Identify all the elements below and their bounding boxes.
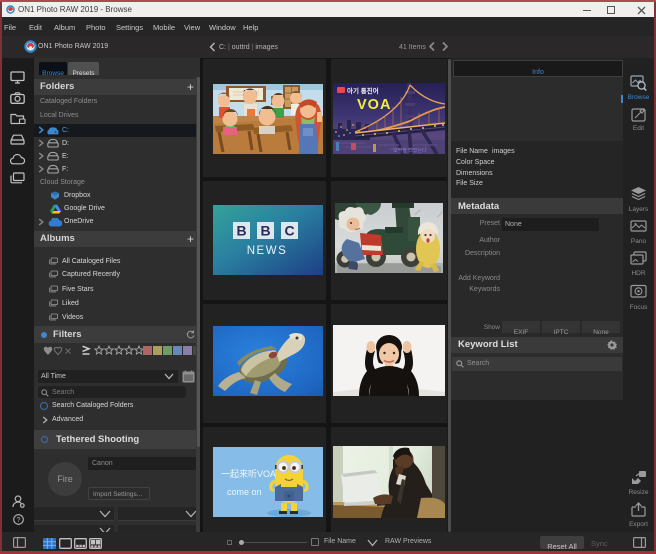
svg-text:B: B	[236, 223, 246, 239]
svg-text:?: ?	[17, 517, 21, 524]
svg-text:VOA: VOA	[357, 97, 391, 113]
svg-text:아기 통진어: 아기 통진어	[347, 86, 379, 95]
svg-text:B: B	[260, 223, 270, 239]
svg-text:NEWS: NEWS	[247, 245, 288, 257]
svg-text:C: C	[284, 223, 294, 239]
svg-text:보닥을 디있는다: 보닥을 디있는다	[393, 147, 427, 154]
svg-text:一起来听VOA: 一起来听VOA	[221, 469, 276, 479]
svg-text:come on: come on	[227, 487, 262, 497]
